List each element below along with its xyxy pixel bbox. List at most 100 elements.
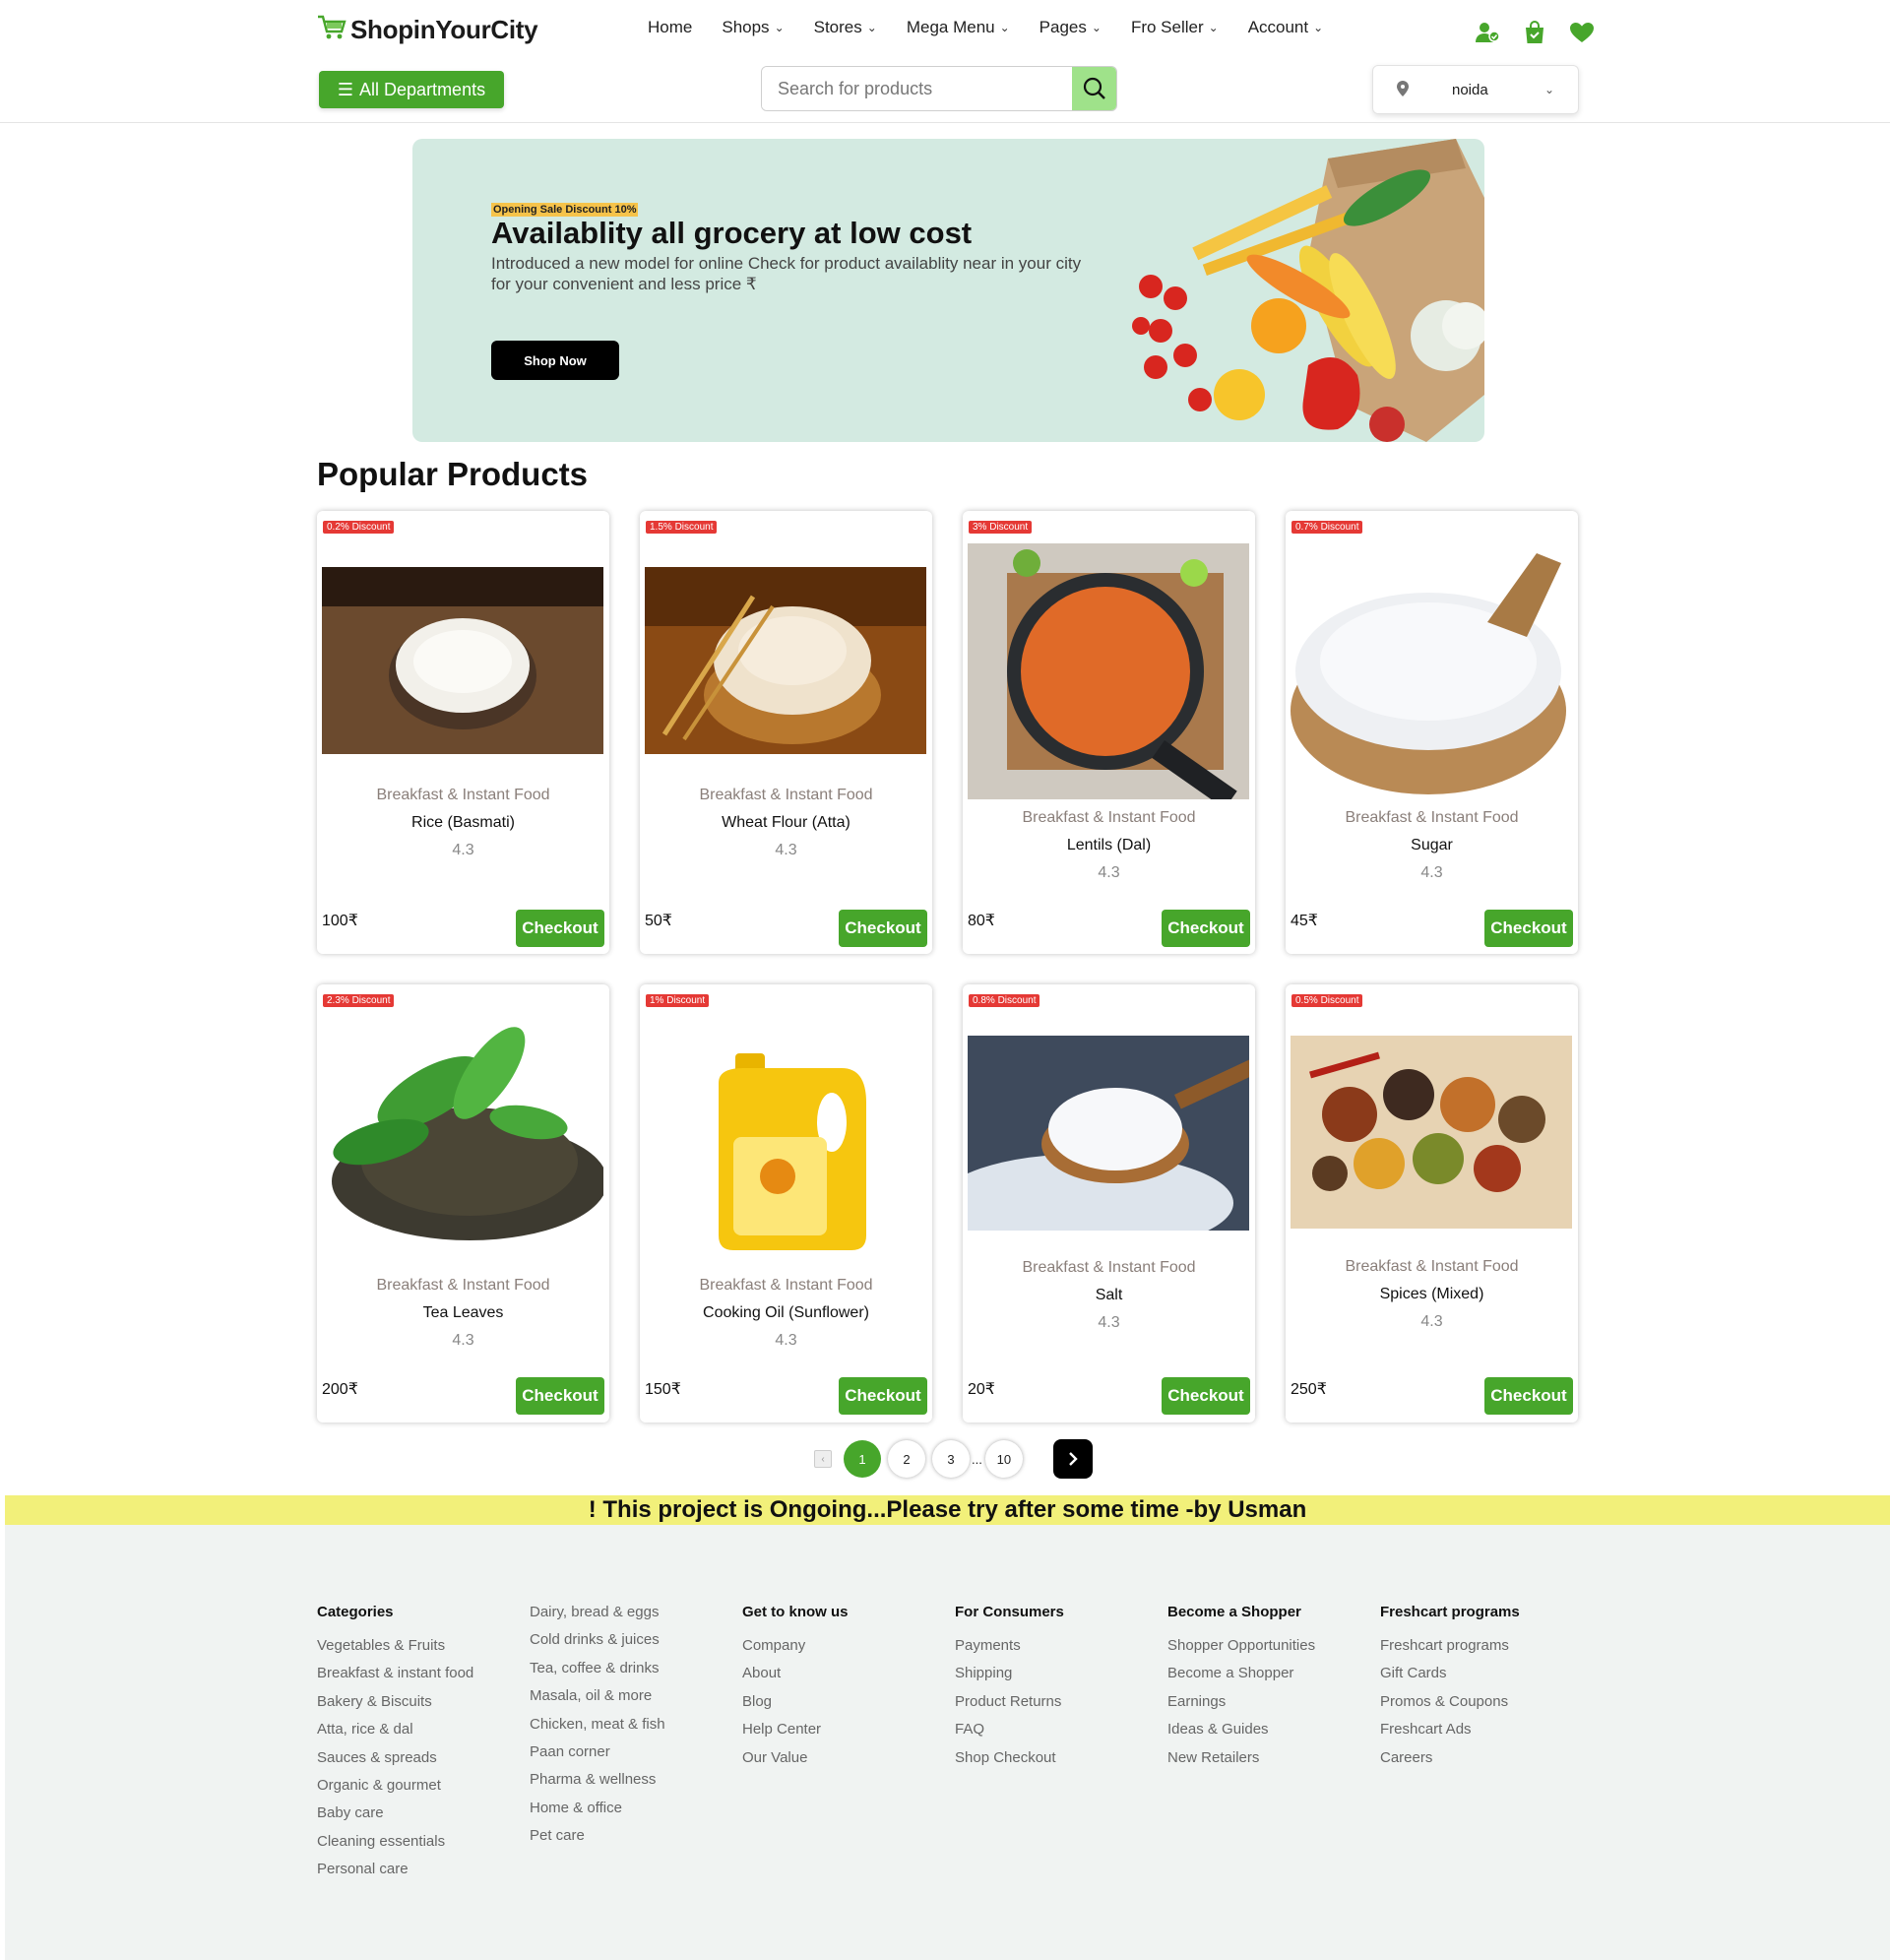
product-category: Breakfast & Instant Food — [1022, 1259, 1196, 1276]
footer-link[interactable]: Careers — [1380, 1749, 1520, 1777]
footer-link[interactable]: Breakfast & instant food — [317, 1665, 473, 1692]
footer-link[interactable]: Blog — [742, 1693, 849, 1721]
checkout-button[interactable]: Checkout — [1484, 910, 1573, 947]
footer-link[interactable]: Ideas & Guides — [1167, 1721, 1315, 1748]
product-name: Lentils (Dal) — [1066, 837, 1152, 854]
footer-column-for-consumers: For Consumers Payments Shipping Product … — [955, 1604, 1064, 1777]
prev-page-button[interactable]: ‹ — [814, 1450, 832, 1468]
footer-link[interactable]: Freshcart Ads — [1380, 1721, 1520, 1748]
footer-link[interactable]: Dairy, bread & eggs — [530, 1604, 665, 1631]
chevron-down-icon: ⌄ — [1544, 83, 1554, 96]
footer-link[interactable]: Company — [742, 1637, 849, 1665]
shopping-bag-icon[interactable] — [1521, 20, 1548, 45]
nav-label: Account — [1247, 18, 1309, 36]
checkout-button[interactable]: Checkout — [1484, 1377, 1573, 1415]
footer-link[interactable]: About — [742, 1665, 849, 1692]
footer-link[interactable]: Promos & Coupons — [1380, 1693, 1520, 1721]
footer-link[interactable]: Gift Cards — [1380, 1665, 1520, 1692]
nav-fro-seller[interactable]: Fro Seller ⌄ — [1131, 18, 1219, 37]
page-2-button[interactable]: 2 — [888, 1440, 925, 1478]
product-card[interactable]: 2.3% Discount Breakfast & Instant Food T… — [317, 984, 609, 1423]
footer-link[interactable]: FAQ — [955, 1721, 1064, 1748]
product-card[interactable]: 0.8% Discount Breakfast & Instant Food S… — [963, 984, 1255, 1423]
all-departments-button[interactable]: ☰ All Departments — [319, 71, 504, 108]
checkout-button[interactable]: Checkout — [839, 1377, 927, 1415]
footer-link[interactable]: Tea, coffee & drinks — [530, 1660, 665, 1687]
footer-link[interactable]: Sauces & spreads — [317, 1749, 473, 1777]
footer-link[interactable]: New Retailers — [1167, 1749, 1315, 1777]
footer-link[interactable]: Shopper Opportunities — [1167, 1637, 1315, 1665]
nav-stores[interactable]: Stores ⌄ — [814, 18, 877, 37]
footer-link[interactable]: Freshcart programs — [1380, 1637, 1520, 1665]
chevron-right-icon — [1068, 1452, 1078, 1466]
notice-banner: ! This project is Ongoing...Please try a… — [5, 1495, 1890, 1525]
footer-link[interactable]: Bakery & Biscuits — [317, 1693, 473, 1721]
footer-link[interactable]: Earnings — [1167, 1693, 1315, 1721]
footer-link[interactable]: Payments — [955, 1637, 1064, 1665]
footer-link[interactable]: Cold drinks & juices — [530, 1631, 665, 1659]
footer-link[interactable]: Pet care — [530, 1827, 665, 1855]
header-icons — [1474, 20, 1596, 45]
product-card[interactable]: 1.5% Discount Breakfast & Instant Food W… — [640, 511, 932, 954]
product-price: 50₹ — [645, 913, 672, 929]
product-price: 20₹ — [968, 1381, 995, 1398]
footer-link[interactable]: Our Value — [742, 1749, 849, 1777]
search-input[interactable] — [762, 67, 1072, 110]
footer-column-more-categories: Dairy, bread & eggs Cold drinks & juices… — [530, 1604, 665, 1856]
site-header: ShopinYourCity Home Shops ⌄ Stores ⌄ Mega … — [0, 0, 1890, 123]
nav-pages[interactable]: Pages ⌄ — [1040, 18, 1102, 37]
footer-link[interactable]: Pharma & wellness — [530, 1771, 665, 1799]
page-10-button[interactable]: 10 — [984, 1440, 1023, 1478]
search-button[interactable] — [1072, 67, 1116, 110]
footer-heading: Get to know us — [742, 1604, 849, 1620]
location-select[interactable]: noida ⌄ — [1372, 65, 1579, 114]
footer-link[interactable]: Cleaning essentials — [317, 1833, 473, 1861]
page-3-button[interactable]: 3 — [932, 1440, 970, 1478]
footer-link[interactable]: Home & office — [530, 1800, 665, 1827]
product-rating: 4.3 — [452, 1332, 474, 1349]
product-card[interactable]: 0.5% Discount Breakfast & Instant Food S… — [1286, 984, 1578, 1423]
footer-link[interactable]: Become a Shopper — [1167, 1665, 1315, 1692]
checkout-button[interactable]: Checkout — [839, 910, 927, 947]
product-category: Breakfast & Instant Food — [376, 787, 550, 803]
checkout-button[interactable]: Checkout — [1162, 1377, 1250, 1415]
product-price: 250₹ — [1291, 1381, 1327, 1398]
logo[interactable]: ShopinYourCity — [317, 14, 538, 46]
nav-shops[interactable]: Shops ⌄ — [722, 18, 784, 37]
checkout-button[interactable]: Checkout — [516, 1377, 604, 1415]
nav-mega-menu[interactable]: Mega Menu ⌄ — [907, 18, 1010, 37]
checkout-button[interactable]: Checkout — [1162, 910, 1250, 947]
user-icon[interactable] — [1474, 20, 1501, 45]
product-name: Rice (Basmati) — [411, 814, 515, 831]
footer-link[interactable]: Product Returns — [955, 1693, 1064, 1721]
footer-link[interactable]: Atta, rice & dal — [317, 1721, 473, 1748]
salt-image — [968, 1036, 1249, 1231]
footer-link[interactable]: Organic & gourmet — [317, 1777, 473, 1804]
product-card[interactable]: 3% Discount Breakfast & Instant Food Len… — [963, 511, 1255, 954]
footer-link[interactable]: Shop Checkout — [955, 1749, 1064, 1777]
next-page-button[interactable] — [1052, 1439, 1093, 1479]
footer-link[interactable]: Paan corner — [530, 1743, 665, 1771]
page-1-button[interactable]: 1 — [844, 1440, 881, 1478]
footer-heading: Categories — [317, 1604, 394, 1620]
nav-home[interactable]: Home — [648, 18, 692, 37]
spices-image — [1291, 1036, 1572, 1229]
nav-label: Stores — [813, 18, 862, 36]
footer-link[interactable]: Masala, oil & more — [530, 1687, 665, 1715]
checkout-button[interactable]: Checkout — [516, 910, 604, 947]
banner-tag: Opening Sale Discount 10% — [491, 203, 639, 217]
shop-now-button[interactable]: Shop Now — [491, 341, 619, 380]
nav-label: Shops — [722, 18, 770, 36]
footer-link[interactable]: Vegetables & Fruits — [317, 1637, 473, 1665]
sugar-image — [1291, 543, 1572, 799]
product-card[interactable]: 0.2% Discount Breakfast & Instant Food R… — [317, 511, 609, 954]
heart-icon[interactable] — [1568, 20, 1596, 45]
product-card[interactable]: 0.7% Discount Breakfast & Instant Food S… — [1286, 511, 1578, 954]
footer-link[interactable]: Personal care — [317, 1861, 473, 1888]
footer-link[interactable]: Chicken, meat & fish — [530, 1716, 665, 1743]
footer-link[interactable]: Shipping — [955, 1665, 1064, 1692]
footer-link[interactable]: Help Center — [742, 1721, 849, 1748]
product-card[interactable]: 1% Discount Breakfast & Instant Food Coo… — [640, 984, 932, 1423]
footer-link[interactable]: Baby care — [317, 1804, 473, 1832]
nav-account[interactable]: Account ⌄ — [1248, 18, 1324, 37]
